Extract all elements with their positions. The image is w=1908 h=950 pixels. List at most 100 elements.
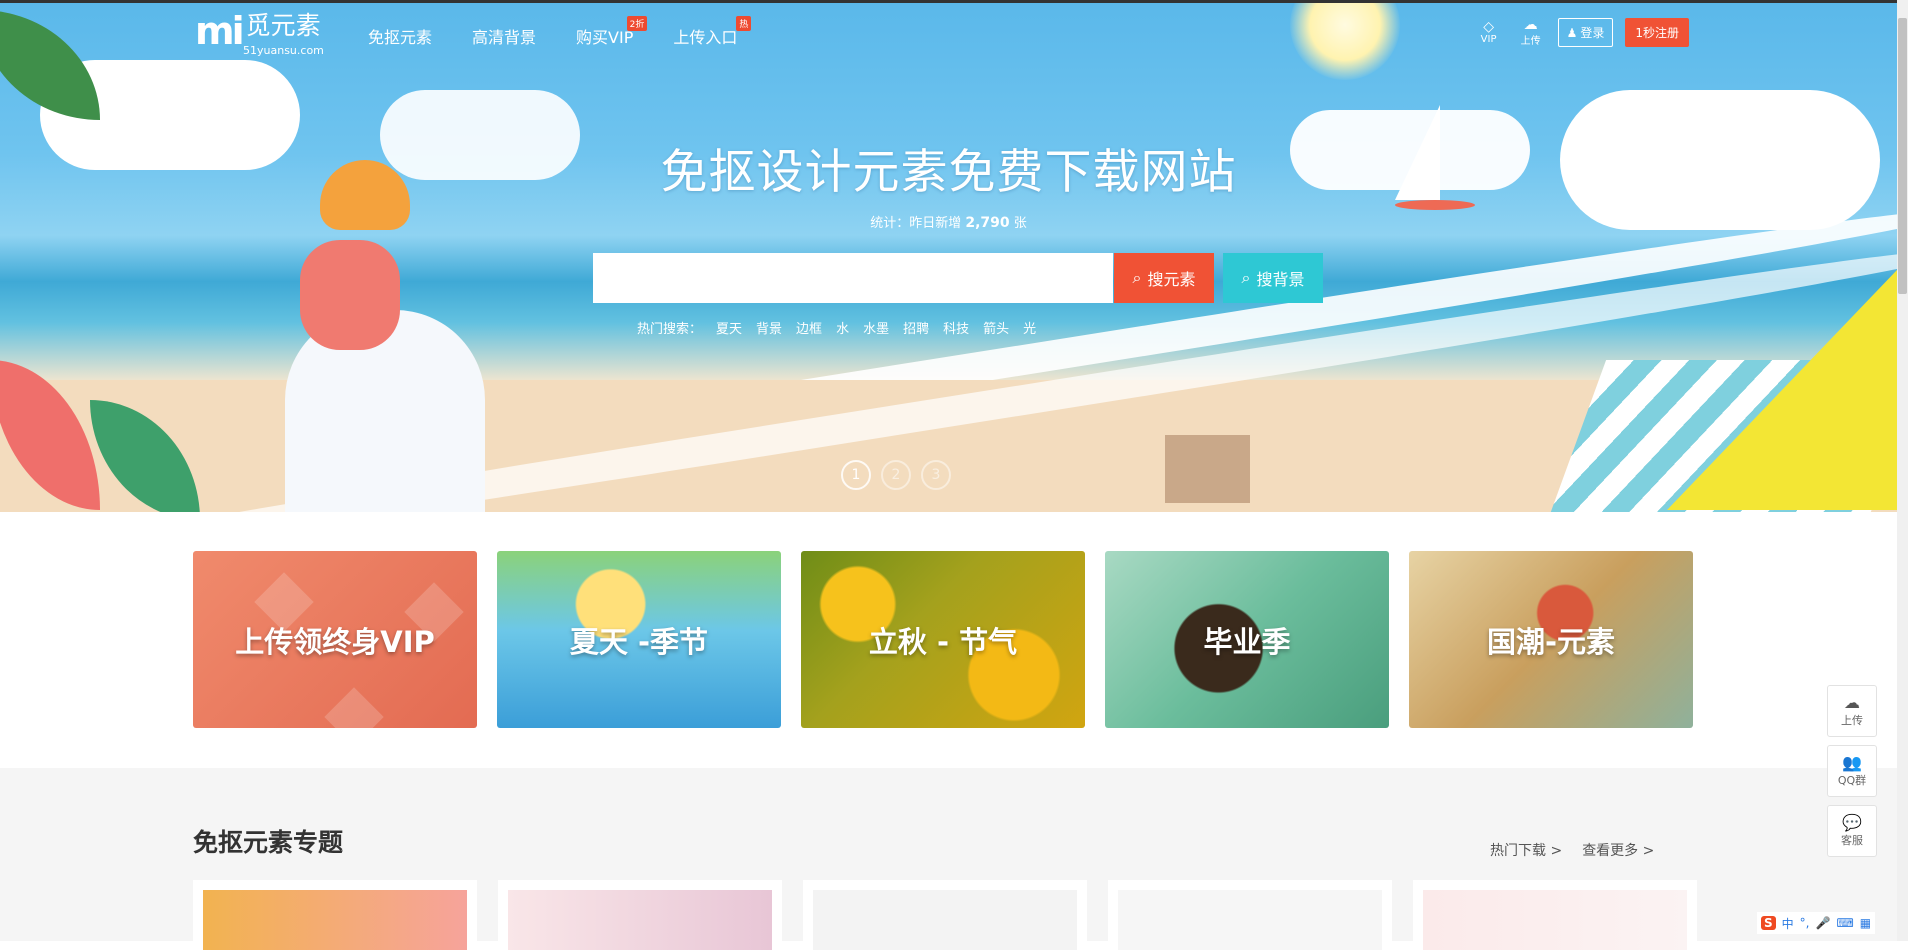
topic-image — [1423, 890, 1687, 950]
hot-keyword[interactable]: 箭头 — [983, 318, 1009, 337]
hot-keyword[interactable]: 科技 — [943, 318, 969, 337]
search-backgrounds-label: 搜背景 — [1256, 270, 1305, 289]
search-icon: ⌕ — [1241, 268, 1251, 287]
microphone-icon: 🎤 — [1815, 916, 1831, 930]
cube-decoration — [324, 687, 384, 728]
vip-button[interactable]: ◇ VIP — [1474, 20, 1504, 45]
register-button[interactable]: 1秒注册 — [1625, 18, 1689, 47]
carousel-dot-1[interactable]: 1 — [841, 460, 871, 490]
punctuation-icon: °, — [1799, 916, 1810, 930]
cloud-upload-icon: ☁ — [1844, 693, 1860, 712]
stats-line: 统计：昨日新增 2,790 张 — [0, 212, 1897, 231]
carousel-dot-2[interactable]: 2 — [881, 460, 911, 490]
category-card-summer[interactable]: 夏天 -季节 — [497, 551, 781, 728]
float-label: 客服 — [1841, 834, 1863, 847]
sandcastle-decoration — [1165, 435, 1250, 503]
category-card-guochao[interactable]: 国潮-元素 — [1409, 551, 1693, 728]
upload-button[interactable]: ☁ 上传 — [1516, 18, 1546, 47]
kite-decoration — [1667, 270, 1897, 510]
category-card-label: 国潮-元素 — [1486, 624, 1616, 659]
float-upload-button[interactable]: ☁ 上传 — [1827, 685, 1877, 737]
search-elements-label: 搜元素 — [1147, 270, 1196, 289]
stats-count: 2,790 — [965, 215, 1010, 231]
category-card-label: 立秋 - 节气 — [868, 624, 1018, 659]
cloud-upload-icon: ☁ — [1523, 17, 1538, 33]
nav-right-actions: ◇ VIP ☁ 上传 ♟ 登录 1秒注册 — [1474, 18, 1689, 47]
topic-image — [813, 890, 1077, 950]
hot-keyword[interactable]: 夏天 — [716, 318, 742, 337]
search-elements-button[interactable]: ⌕ 搜元素 — [1114, 253, 1214, 303]
float-support-button[interactable]: 💬 客服 — [1827, 805, 1877, 857]
section-links: 热门下载 > 查看更多 > — [1490, 840, 1654, 860]
hot-searches: 热门搜索： 夏天 背景 边框 水 水墨 招聘 科技 箭头 光 — [637, 318, 1050, 337]
grid-icon: ▦ — [1859, 916, 1872, 930]
search-backgrounds-button[interactable]: ⌕ 搜背景 — [1223, 253, 1323, 303]
topic-card[interactable] — [193, 880, 477, 950]
site-logo[interactable]: mi 觅元素 51yuansu.com — [195, 9, 324, 58]
hot-downloads-link[interactable]: 热门下载 > — [1490, 840, 1562, 860]
nav-link-buy-vip[interactable]: 购买VIP 2折 — [576, 16, 648, 48]
hot-badge: 热 — [736, 16, 752, 31]
category-cards: 上传领终身VIP 夏天 -季节 立秋 - 节气 毕业季 国潮-元素 — [193, 551, 1693, 728]
register-label: 1秒注册 — [1635, 26, 1679, 40]
top-nav: mi 觅元素 51yuansu.com 免抠元素 高清背景 购买VIP 2折 上… — [0, 0, 1897, 70]
hot-keyword[interactable]: 水 — [836, 318, 849, 337]
keyboard-icon: ⌨ — [1836, 916, 1854, 930]
logo-mark: mi — [195, 9, 245, 53]
logo-text: 觅元素 — [245, 11, 321, 40]
logo-domain: 51yuansu.com — [243, 44, 324, 57]
category-card-label: 夏天 -季节 — [569, 624, 709, 659]
hot-search-label: 热门搜索： — [637, 322, 703, 337]
category-card-label: 上传领终身VIP — [235, 624, 435, 659]
hot-keyword[interactable]: 水墨 — [863, 318, 889, 337]
stats-prefix: 统计：昨日新增 — [870, 216, 962, 231]
topic-image — [1118, 890, 1382, 950]
hot-keyword[interactable]: 边框 — [796, 318, 822, 337]
nav-link-label: 免抠元素 — [368, 28, 433, 47]
vip-label: VIP — [1480, 34, 1497, 45]
category-card-vip[interactable]: 上传领终身VIP — [193, 551, 477, 728]
page-scrollbar[interactable] — [1897, 0, 1908, 941]
topic-card[interactable] — [1413, 880, 1697, 950]
qq-icon: ♟ — [1566, 25, 1578, 40]
see-more-link[interactable]: 查看更多 > — [1582, 840, 1654, 860]
login-label: 登录 — [1580, 26, 1605, 40]
float-label: 上传 — [1841, 714, 1863, 727]
chat-icon: 💬 — [1842, 813, 1862, 832]
category-card-graduation[interactable]: 毕业季 — [1105, 551, 1389, 728]
ime-toolbar[interactable]: S 中 °, 🎤 ⌨ ▦ — [1757, 912, 1876, 934]
carousel-dots: 1 2 3 — [841, 460, 951, 490]
topic-card[interactable] — [803, 880, 1087, 950]
float-qq-group-button[interactable]: 👥 QQ群 — [1827, 745, 1877, 797]
hot-keyword[interactable]: 背景 — [756, 318, 782, 337]
carousel-dot-3[interactable]: 3 — [921, 460, 951, 490]
scrollbar-thumb[interactable] — [1898, 18, 1907, 294]
nav-link-label: 上传入口 — [673, 28, 738, 47]
login-button[interactable]: ♟ 登录 — [1557, 18, 1614, 47]
hot-keyword[interactable]: 光 — [1023, 318, 1036, 337]
section-title: 免抠元素专题 — [193, 828, 344, 857]
float-label: QQ群 — [1837, 774, 1867, 787]
search-input[interactable] — [593, 253, 1113, 303]
topics-section: 免抠元素专题 热门下载 > 查看更多 > — [0, 768, 1897, 950]
diamond-icon: ◇ — [1483, 19, 1494, 35]
nav-link-label: 高清背景 — [472, 28, 537, 47]
category-card-autumn[interactable]: 立秋 - 节气 — [801, 551, 1085, 728]
nav-link-upload[interactable]: 上传入口 热 — [673, 16, 752, 48]
nav-link-backgrounds[interactable]: 高清背景 — [472, 24, 536, 48]
upload-label: 上传 — [1520, 36, 1541, 47]
ime-logo: S — [1761, 916, 1776, 930]
category-card-label: 毕业季 — [1203, 624, 1291, 659]
topic-image — [203, 890, 467, 950]
topic-image — [508, 890, 772, 950]
hot-keyword[interactable]: 招聘 — [903, 318, 929, 337]
discount-badge: 2折 — [626, 16, 648, 31]
topic-card[interactable] — [1108, 880, 1392, 950]
stats-unit: 张 — [1013, 216, 1027, 231]
hero-headline: 免抠设计元素免费下载网站 — [660, 145, 1237, 200]
nav-link-label: 购买VIP — [576, 28, 634, 47]
nav-link-elements[interactable]: 免抠元素 — [368, 24, 432, 48]
main-nav: 免抠元素 高清背景 购买VIP 2折 上传入口 热 — [368, 16, 777, 48]
topic-card[interactable] — [498, 880, 782, 950]
child-figure — [300, 240, 400, 350]
